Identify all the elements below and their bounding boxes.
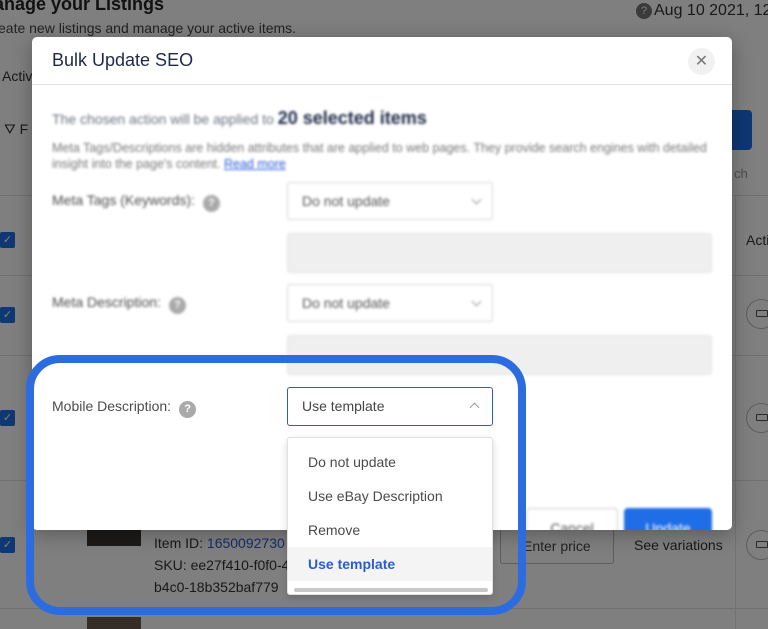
chevron-down-icon [471, 194, 482, 205]
read-more-link[interactable]: Read more [224, 157, 286, 171]
meta-tags-select[interactable]: Do not update [287, 182, 493, 220]
meta-description-label: Meta Description:? [52, 294, 186, 314]
chevron-down-icon [471, 296, 482, 307]
chevron-up-icon [469, 402, 480, 413]
cancel-button[interactable]: Cancel [526, 508, 618, 530]
intro-text: The chosen action will be applied to 20 … [52, 108, 427, 128]
update-button[interactable]: Update [624, 508, 712, 530]
seo-description: Meta Tags/Descriptions are hidden attrib… [52, 141, 707, 171]
close-icon[interactable]: ✕ [688, 48, 715, 75]
mobile-description-select[interactable]: Use template [287, 387, 493, 426]
selected-count: 20 selected items [277, 108, 427, 128]
help-icon[interactable]: ? [202, 195, 220, 212]
help-icon[interactable]: ? [179, 401, 197, 418]
meta-description-input[interactable] [287, 335, 712, 375]
help-icon[interactable]: ? [168, 297, 186, 314]
option-use-ebay-description[interactable]: Use eBay Description [288, 479, 492, 513]
meta-tags-input[interactable] [287, 233, 712, 273]
option-do-not-update[interactable]: Do not update [288, 445, 492, 479]
meta-description-select[interactable]: Do not update [287, 284, 493, 322]
mobile-description-label: Mobile Description:? [52, 398, 197, 418]
option-remove[interactable]: Remove [288, 513, 492, 547]
dropdown-scrollbar[interactable] [294, 588, 488, 592]
meta-tags-label: Meta Tags (Keywords):? [52, 192, 220, 212]
mobile-description-dropdown: Do not update Use eBay Description Remov… [287, 437, 493, 595]
modal-header: Bulk Update SEO ✕ [32, 37, 732, 85]
option-use-template[interactable]: Use template [288, 547, 492, 581]
modal-title: Bulk Update SEO [52, 50, 194, 70]
